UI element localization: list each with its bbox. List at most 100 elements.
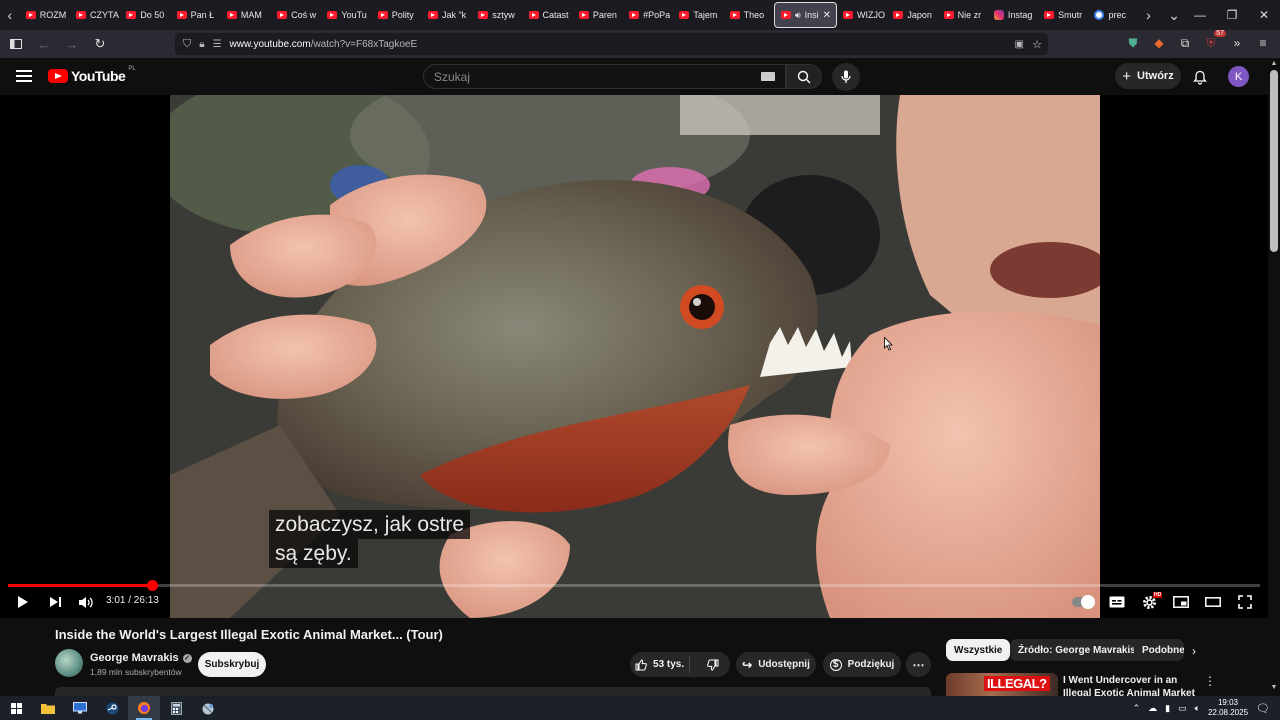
guide-menu-icon[interactable]	[16, 70, 32, 82]
url-bar[interactable]: ⛉ 🔒︎ ☰ www.youtube.com/watch?v=F68xTagko…	[175, 33, 1048, 55]
browser-tab[interactable]: Do 50	[120, 2, 170, 28]
chips-next-chevron-icon[interactable]: ›	[1192, 644, 1196, 658]
more-actions-button[interactable]: ⋯	[906, 652, 931, 677]
fox-extension-icon[interactable]: ◆	[1150, 34, 1168, 52]
subtitles-button[interactable]	[1108, 592, 1126, 612]
browser-tab[interactable]: Jak "k	[422, 2, 472, 28]
firefox-icon[interactable]	[128, 696, 160, 720]
network-icon[interactable]: ▭	[1178, 703, 1187, 714]
browser-tab[interactable]: sztyw	[472, 2, 522, 28]
network-app-icon[interactable]	[192, 696, 224, 720]
search-button[interactable]	[786, 64, 822, 89]
browser-tab[interactable]: YouTu	[321, 2, 371, 28]
voice-search-button[interactable]	[832, 63, 860, 91]
close-window-button[interactable]: ✕	[1248, 8, 1280, 22]
scrollbar-thumb[interactable]	[1270, 70, 1278, 252]
browser-tab[interactable]: Theo	[724, 2, 774, 28]
browser-tab[interactable]: Paren	[573, 2, 623, 28]
volume-tray-icon[interactable]: 🔈︎	[1195, 703, 1200, 714]
progress-bar[interactable]	[8, 580, 1260, 591]
browser-tab[interactable]: ROZM	[20, 2, 70, 28]
create-button[interactable]: + Utwórz	[1115, 63, 1181, 89]
scroll-down-arrow-icon[interactable]: ▼	[1270, 684, 1278, 692]
browser-tab[interactable]: 🔊︎ Insi ✕	[773, 2, 838, 28]
chip-from-channel[interactable]: Źródło: George Mavrakis	[1010, 639, 1144, 661]
back-icon[interactable]: ←	[32, 32, 56, 56]
start-button[interactable]	[0, 696, 32, 720]
dislike-button[interactable]	[696, 659, 730, 671]
play-button[interactable]	[14, 592, 32, 612]
tray-overflow-chevron-icon[interactable]: ⌃	[1133, 703, 1141, 714]
like-button[interactable]: 53 tys.	[630, 656, 691, 673]
next-button[interactable]	[46, 592, 64, 612]
share-button[interactable]: ↪ Udostępnij	[736, 652, 816, 677]
browser-tab[interactable]: CZYTA	[70, 2, 120, 28]
miniplayer-button[interactable]	[1172, 592, 1190, 612]
notification-center-icon[interactable]: 🗨︎	[1256, 702, 1270, 715]
steam-icon[interactable]	[96, 696, 128, 720]
browser-tab[interactable]: Tajem	[673, 2, 723, 28]
keyboard-icon[interactable]	[761, 72, 775, 81]
browser-tab[interactable]: Coś w	[271, 2, 321, 28]
tabs-scroll-left-button[interactable]: ‹	[0, 0, 20, 30]
recommendation-thumbnail[interactable]: ILLEGAL?	[946, 673, 1058, 696]
browser-tab[interactable]: Pan Ł	[171, 2, 221, 28]
file-explorer-icon[interactable]	[32, 696, 64, 720]
calculator-icon[interactable]	[160, 696, 192, 720]
vpn-shield-icon[interactable]: ⛊	[1124, 34, 1142, 52]
browser-tab[interactable]: Polity	[372, 2, 422, 28]
thanks-button[interactable]: $ Podziękuj	[823, 652, 901, 677]
search-input[interactable]: Szukaj	[423, 64, 786, 89]
tabs-scroll-right-button[interactable]: ›	[1139, 0, 1159, 30]
browser-tab[interactable]: prec	[1088, 2, 1138, 28]
reader-view-icon[interactable]: ▣	[1015, 39, 1024, 50]
chip-all[interactable]: Wszystkie	[946, 639, 1011, 661]
reload-icon[interactable]: ↻	[88, 32, 112, 56]
browser-tab[interactable]: Smutr	[1038, 2, 1088, 28]
remote-desktop-icon[interactable]	[64, 696, 96, 720]
clock[interactable]: 19:03 22.08.2025	[1208, 698, 1248, 718]
close-tab-icon[interactable]: ✕	[823, 10, 831, 21]
ublock-icon[interactable]: ⛨ 57	[1202, 30, 1226, 52]
forward-icon[interactable]: →	[60, 32, 84, 56]
youtube-favicon-icon	[1044, 11, 1055, 19]
tracking-shield-icon[interactable]: ⛉	[183, 38, 191, 51]
browser-tab[interactable]: WIZJO	[837, 2, 887, 28]
sidebar-toggle-icon[interactable]	[4, 32, 28, 56]
video-player[interactable]: zobaczysz, jak ostre są zęby. 3:01 / 26:…	[0, 95, 1268, 618]
browser-tab[interactable]: MAM	[221, 2, 271, 28]
tab-audio-playing-icon[interactable]: 🔊︎	[795, 10, 801, 21]
overflow-chevrons-icon[interactable]: »	[1228, 34, 1246, 52]
app-menu-icon[interactable]: ≡	[1254, 34, 1272, 52]
mute-button[interactable]	[76, 592, 96, 612]
scroll-up-arrow-icon[interactable]: ▲	[1270, 60, 1278, 68]
battery-icon[interactable]: ▮	[1165, 703, 1170, 714]
subscribe-button[interactable]: Subskrybuj	[198, 652, 266, 677]
restore-button[interactable]: ❐	[1216, 8, 1248, 22]
account-avatar[interactable]: K	[1228, 66, 1249, 87]
lock-icon[interactable]: 🔒︎	[199, 39, 204, 50]
youtube-logo[interactable]: YouTube PL	[48, 66, 136, 84]
browser-tab[interactable]: Nie zr	[938, 2, 988, 28]
permissions-icon[interactable]: ☰	[213, 39, 222, 50]
tab-list-dropdown-button[interactable]: ⌄	[1164, 0, 1184, 30]
notifications-bell-icon[interactable]	[1190, 67, 1210, 87]
browser-tab[interactable]: Catast	[523, 2, 573, 28]
theater-mode-button[interactable]	[1204, 592, 1222, 612]
minimize-button[interactable]: —	[1184, 8, 1216, 22]
browser-tab[interactable]: Instag	[988, 2, 1038, 28]
chip-similar[interactable]: Podobne	[1134, 639, 1184, 661]
browser-tab[interactable]: #PoPa	[623, 2, 673, 28]
channel-name-link[interactable]: George Mavrakis ✓	[90, 652, 192, 664]
recommendation-menu-icon[interactable]: ⋮	[1204, 674, 1216, 688]
recommendation-title[interactable]: I Went Undercover in an Illegal Exotic A…	[1063, 674, 1203, 696]
fullscreen-button[interactable]	[1236, 592, 1254, 612]
channel-avatar[interactable]	[55, 649, 83, 677]
autoplay-toggle[interactable]	[1072, 595, 1095, 609]
progress-scrubber-handle[interactable]	[146, 580, 158, 591]
browser-tab[interactable]: Japon	[887, 2, 937, 28]
extensions-puzzle-icon[interactable]: ⧉	[1176, 34, 1194, 52]
description-box[interactable]	[55, 687, 931, 696]
bookmark-star-icon[interactable]: ☆	[1032, 38, 1042, 51]
onedrive-cloud-icon[interactable]: ☁	[1148, 703, 1157, 714]
